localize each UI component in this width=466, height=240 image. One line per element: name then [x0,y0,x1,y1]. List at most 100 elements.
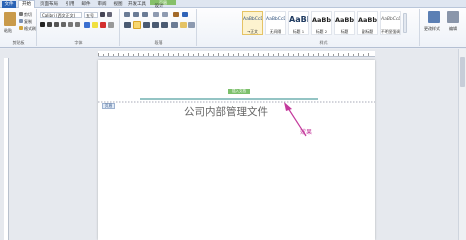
style-heading-1[interactable]: AaBl 标题 1 [288,11,309,35]
style-sample: AaBbCcDd [266,17,285,22]
vertical-scrollbar[interactable] [458,49,466,240]
decrease-indent-icon[interactable] [153,12,159,17]
change-styles-icon[interactable] [428,11,440,23]
line-spacing-icon[interactable] [171,22,178,28]
horizontal-ruler[interactable] [98,51,375,57]
clipboard-group-label: 剪贴板 [12,40,25,45]
ruler-tick [193,54,194,56]
ruler-tick [208,53,209,56]
tab-review[interactable]: 审阅 [95,1,109,8]
character-shading-icon[interactable] [108,22,114,28]
ruler-tick [318,53,319,56]
align-left-icon[interactable] [124,22,131,28]
strikethrough-icon[interactable] [61,22,66,27]
ruler-tick [368,53,369,56]
increase-indent-icon[interactable] [162,12,168,17]
style-normal[interactable]: AaBbCcDd →正文 [242,11,263,35]
format-painter-label[interactable]: 格式刷 [24,26,36,32]
grow-font-icon[interactable] [100,12,105,17]
numbering-icon[interactable] [133,12,139,17]
cut-icon[interactable] [19,12,23,16]
ruler-tick [218,53,219,56]
ruler-tick [233,54,234,56]
ruler-tick [333,54,334,56]
ruler-tick [203,54,204,56]
justify-icon[interactable] [152,22,159,28]
format-painter-icon[interactable] [19,26,23,30]
style-subtitle[interactable]: AaBbC 副标题 [357,11,378,35]
ruler-tick [228,53,229,56]
ruler-tick [118,53,119,56]
borders-icon[interactable] [188,22,195,28]
header-overlay [98,98,375,137]
ruler-tick [268,53,269,56]
font-name-select[interactable]: Calibri (西文正文) [40,12,82,18]
styles-group-label: 样式 [319,40,328,45]
ruler-tick [313,54,314,56]
style-subtle-emphasis[interactable]: AaBbCcDd 不明显强调 [380,11,401,35]
copy-icon[interactable] [19,19,23,23]
scrollbar-thumb[interactable] [460,57,465,87]
bullets-icon[interactable] [124,12,130,17]
change-styles-label[interactable]: 更改样式 [424,26,440,32]
paste-icon[interactable] [4,12,16,26]
tab-references[interactable]: 引用 [63,1,77,8]
text-effects-icon[interactable] [84,22,90,28]
ruler-tick [258,53,259,56]
shading-icon[interactable] [180,22,187,28]
ruler-tick [128,53,129,56]
ribbon-tab-bar: 文件 开始 页面布局 引用 邮件 审阅 视图 开发工具 页眉 设计 [0,0,466,9]
align-right-icon[interactable] [143,22,150,28]
style-title[interactable]: AaBbC 标题 [334,11,355,35]
font-color-icon[interactable] [100,22,106,28]
ruler-tick [298,53,299,56]
style-heading-2[interactable]: AaBbC 标题 2 [311,11,332,35]
styles-gallery-scroll[interactable] [403,13,407,33]
ruler-tick [213,54,214,56]
edit-label[interactable]: 编辑 [449,26,457,32]
italic-icon[interactable] [47,22,52,27]
align-center-icon[interactable] [133,21,141,29]
ruler-tick [153,54,154,56]
find-icon[interactable] [447,11,459,23]
ruler-tick [188,53,189,56]
ruler-tick [123,54,124,56]
ruler-tick [108,53,109,56]
ribbon: 粘贴 剪切 复制 格式刷 剪贴板 Calibri (西文正文) 五号 字体 段落… [0,8,466,48]
font-size-select[interactable]: 五号 [84,12,98,18]
bold-icon[interactable] [40,22,45,27]
group-styles: AaBbCcDd →正文 AaBbCcDd 无间隔 AaBl 标题 1 AaBb… [198,9,420,46]
vertical-ruler[interactable] [4,58,9,240]
tab-view[interactable]: 视图 [111,1,125,8]
distributed-icon[interactable] [161,22,168,28]
copy-label[interactable]: 复制 [24,19,32,25]
paste-label[interactable]: 粘贴 [4,28,12,34]
tab-mailings[interactable]: 邮件 [79,1,93,8]
style-sample: AaBbC [312,16,331,24]
document-page[interactable]: 插入文档 页眉 公司内部管理文件 效果 [98,60,375,240]
shrink-font-icon[interactable] [107,12,112,17]
tab-file[interactable]: 文件 [2,1,16,8]
tab-developer[interactable]: 开发工具 [127,1,147,8]
ruler-tick [243,54,244,56]
ruler-tick [133,54,134,56]
tab-page-layout[interactable]: 页面布局 [37,1,61,8]
superscript-icon[interactable] [75,22,80,27]
underline-icon[interactable] [54,22,59,27]
ruler-tick [288,53,289,56]
highlight-color-icon[interactable] [92,22,98,28]
cut-label[interactable]: 剪切 [24,12,32,18]
style-name: 无间隔 [269,29,282,34]
style-no-spacing[interactable]: AaBbCcDd 无间隔 [265,11,286,35]
subscript-icon[interactable] [68,22,73,27]
ruler-tick [263,54,264,56]
header-text[interactable]: 公司内部管理文件 [184,105,324,119]
multilevel-list-icon[interactable] [142,12,148,17]
style-name: 副标题 [361,29,374,34]
style-sample: AaBbC [358,16,377,24]
show-marks-icon[interactable] [182,12,188,17]
header-insert-tag[interactable]: 插入文档 [228,89,250,94]
sort-icon[interactable] [173,12,179,17]
header-label-tag: 页眉 [102,103,115,109]
ruler-tick [308,53,309,56]
